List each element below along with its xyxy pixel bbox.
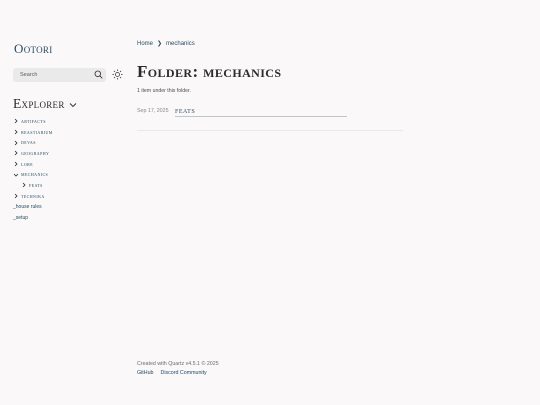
chevron-right-icon: [14, 193, 18, 199]
breadcrumb-separator: ❯: [157, 41, 163, 47]
explorer-item-label: feats: [29, 181, 43, 189]
explorer-item-label: _house rules: [13, 203, 42, 210]
chevron-right-icon: [22, 183, 26, 188]
explorer-file-setup[interactable]: _setup: [13, 212, 53, 223]
list-item-underline: [175, 116, 347, 117]
explorer-folder-devas[interactable]: devas: [13, 137, 53, 148]
explorer-folder-artifacts[interactable]: artifacts: [13, 116, 53, 127]
chevron-right-icon: [14, 140, 18, 146]
site-title[interactable]: Ootori: [14, 41, 53, 57]
search-input[interactable]: Search: [13, 68, 106, 82]
chevron-down-icon: [13, 173, 19, 177]
breadcrumb-current: mechanics: [166, 40, 195, 47]
chevron-right-icon: [14, 151, 18, 156]
footer-links: GitHub Discord Community: [137, 370, 207, 376]
explorer-item-label: _setup: [13, 214, 29, 221]
explorer-item-label: geography: [21, 149, 50, 157]
list-item: Sep 17, 2025 feats: [137, 106, 347, 117]
explorer-folder-technika[interactable]: technika: [13, 191, 53, 202]
explorer-folder-geography[interactable]: geography: [13, 148, 53, 159]
search-placeholder: Search: [20, 72, 38, 78]
explorer-item-label: devas: [21, 139, 36, 147]
chevron-right-icon: [14, 129, 18, 135]
chevron-right-icon: [14, 119, 18, 124]
explorer-item-label: artifacts: [21, 117, 46, 125]
explorer-folder-feats[interactable]: feats: [13, 180, 53, 191]
explorer-item-label: technika: [21, 192, 45, 200]
footer-link-discord[interactable]: Discord Community: [161, 370, 207, 376]
explorer-folder-mechanics[interactable]: mechanics: [13, 169, 53, 180]
search-icon[interactable]: [94, 70, 103, 79]
list-item-link[interactable]: feats: [175, 106, 195, 115]
explorer-item-label: lore: [21, 160, 34, 168]
list-item-date: Sep 17, 2025: [137, 108, 169, 114]
explorer-item-label: beastiarium: [21, 128, 53, 136]
sun-icon[interactable]: [112, 69, 123, 80]
footer-link-github[interactable]: GitHub: [137, 370, 154, 376]
explorer-folder-beastiarium[interactable]: beastiarium: [13, 127, 53, 138]
breadcrumb: Home ❯ mechanics: [137, 40, 195, 48]
chevron-down-icon: [69, 103, 76, 108]
footer-credit: Created with Quartz v4.5.1 © 2025: [137, 361, 219, 367]
explorer-toggle[interactable]: Explorer: [13, 96, 77, 112]
explorer-title: Explorer: [13, 96, 65, 111]
explorer-file-house-rules[interactable]: _house rules: [13, 202, 53, 213]
explorer-folder-lore[interactable]: lore: [13, 159, 53, 170]
page-title: Folder: mechanics: [137, 62, 282, 81]
item-count: 1 item under this folder.: [137, 88, 191, 94]
content-divider: [137, 130, 403, 131]
explorer-tree: artifacts beastiarium devas geography lo…: [13, 116, 53, 223]
breadcrumb-home[interactable]: Home: [137, 41, 153, 47]
explorer-item-label: mechanics: [21, 171, 49, 179]
chevron-right-icon: [14, 161, 18, 167]
